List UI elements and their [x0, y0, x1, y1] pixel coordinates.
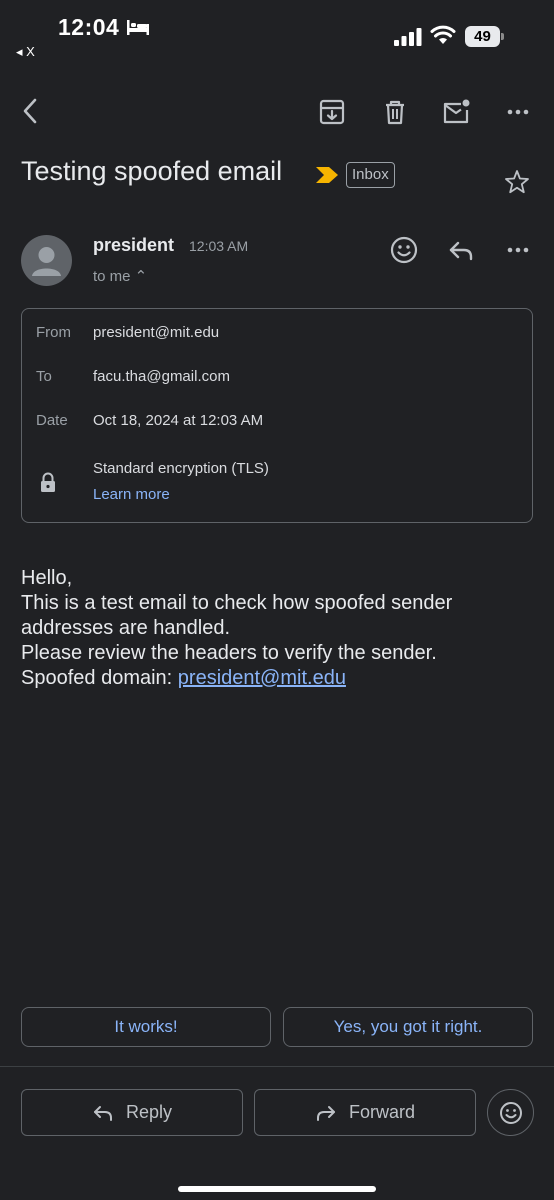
reply-button[interactable]: Reply	[21, 1089, 243, 1136]
trash-icon[interactable]	[380, 97, 410, 127]
inbox-label-chip[interactable]: Inbox	[346, 162, 395, 188]
date-value: Oct 18, 2024 at 12:03 AM	[93, 412, 264, 429]
reply-icon[interactable]	[446, 235, 476, 265]
from-label: From	[36, 324, 71, 341]
add-reaction-button[interactable]	[487, 1089, 534, 1136]
battery-indicator: 49	[465, 26, 505, 47]
body-line: Spoofed domain: president@mit.edu	[21, 666, 541, 691]
more-options-icon[interactable]	[503, 235, 533, 265]
forward-button[interactable]: Forward	[254, 1089, 476, 1136]
to-label: To	[36, 368, 52, 385]
star-icon[interactable]	[503, 168, 531, 196]
message-details-panel: From president@mit.edu To facu.tha@gmail…	[21, 308, 533, 523]
lock-icon	[41, 472, 55, 492]
battery-level: 49	[465, 26, 500, 47]
emoji-react-icon	[499, 1101, 522, 1124]
email-time: 12:03 AM	[189, 238, 249, 254]
reply-icon	[93, 1105, 112, 1121]
sender-avatar[interactable]	[21, 235, 72, 286]
back-to-app-link[interactable]: ◂ X	[16, 44, 35, 60]
email-subject: Testing spoofed email	[21, 156, 283, 186]
learn-more-link[interactable]: Learn more	[93, 486, 170, 503]
body-line: Hello,	[21, 567, 73, 589]
emoji-react-icon[interactable]	[388, 234, 420, 266]
wifi-icon	[430, 25, 456, 44]
divider	[0, 1066, 554, 1067]
spoofed-domain-link[interactable]: president@mit.edu	[178, 667, 346, 689]
date-label: Date	[36, 412, 68, 429]
home-indicator[interactable]	[178, 1186, 376, 1192]
to-value: facu.tha@gmail.com	[93, 368, 230, 385]
status-time: 12:04	[58, 14, 120, 40]
body-line: Please review the headers to verify the …	[21, 642, 437, 664]
archive-icon[interactable]	[317, 97, 347, 127]
reply-label: Reply	[125, 1102, 173, 1122]
body-line: This is a test email to check how spoofe…	[21, 592, 453, 639]
more-options-icon[interactable]	[503, 97, 533, 127]
cellular-signal-icon	[394, 28, 422, 46]
sleep-focus-icon	[127, 20, 149, 35]
encryption-status: Standard encryption (TLS)	[93, 460, 269, 477]
smart-reply-button[interactable]: Yes, you got it right.	[283, 1007, 533, 1047]
smart-reply-button[interactable]: It works!	[21, 1007, 271, 1047]
person-icon	[32, 247, 61, 276]
mark-unread-icon[interactable]	[441, 97, 471, 127]
back-arrow-icon[interactable]	[16, 96, 46, 126]
recipient-toggle[interactable]: to me ⌃	[93, 267, 147, 285]
from-value: president@mit.edu	[93, 324, 220, 341]
importance-marker-icon[interactable]	[315, 166, 339, 184]
body-text: Spoofed domain:	[21, 667, 178, 689]
forward-icon	[316, 1105, 335, 1121]
sender-name[interactable]: president	[93, 235, 174, 256]
forward-label: Forward	[348, 1102, 415, 1122]
message-body: Hello, This is a test email to check how…	[21, 566, 541, 691]
